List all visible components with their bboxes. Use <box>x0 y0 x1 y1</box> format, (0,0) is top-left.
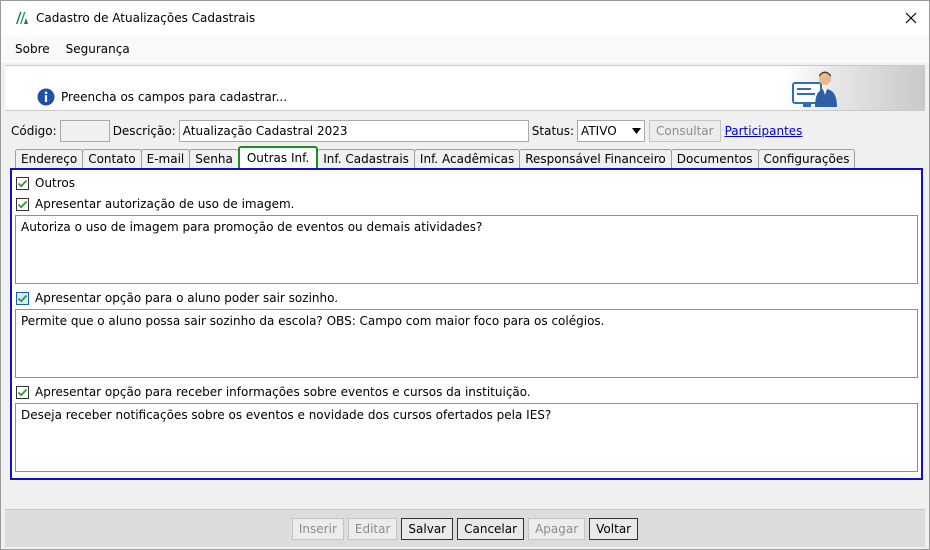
voltar-button[interactable]: Voltar <box>589 517 639 540</box>
close-button[interactable] <box>899 6 923 30</box>
fields-row: Código: Descrição: Atualização Cadastral… <box>11 119 921 143</box>
header-panel: Preencha os campos para cadastrar... <box>5 65 925 111</box>
title-bar: Cadastro de Atualizações Cadastrais <box>1 1 929 35</box>
imagem-option[interactable]: Apresentar autorização de uso de imagem. <box>16 196 294 212</box>
checkmark-icon <box>17 388 28 396</box>
header-banner <box>785 66 925 110</box>
imagem-checkbox[interactable] <box>16 197 29 211</box>
tab-email[interactable]: E-mail <box>140 149 191 168</box>
sozinho-option[interactable]: Apresentar opção para o aluno poder sair… <box>16 290 338 306</box>
app-logo-icon <box>16 12 28 24</box>
imagem-label: Apresentar autorização de uso de imagem. <box>35 197 295 211</box>
tab-configuracoes[interactable]: Configurações <box>757 149 856 168</box>
eventos-option[interactable]: Apresentar opção para receber informaçõe… <box>16 384 531 400</box>
outros-option[interactable]: Outros <box>16 175 75 191</box>
tab-senha[interactable]: Senha <box>189 149 239 168</box>
tab-documentos[interactable]: Documentos <box>670 149 759 168</box>
codigo-field[interactable] <box>59 120 110 142</box>
user-computer-icon <box>792 71 837 107</box>
close-icon <box>905 12 917 24</box>
checkmark-icon <box>17 294 28 302</box>
descricao-field[interactable]: Atualização Cadastral 2023 <box>178 120 529 142</box>
checkmark-icon <box>17 179 28 187</box>
tab-content-panel: Outros Apresentar autorização de uso de … <box>10 168 923 480</box>
tab-inf-academicas[interactable]: Inf. Acadêmicas <box>413 149 521 168</box>
checkmark-icon <box>17 200 28 208</box>
tab-responsavel-financeiro[interactable]: Responsável Financeiro <box>519 149 672 168</box>
dropdown-arrow-icon <box>632 128 642 134</box>
outros-checkbox[interactable] <box>16 176 29 190</box>
status-label: Status: <box>531 124 575 138</box>
hint-area: Preencha os campos para cadastrar... <box>37 88 287 106</box>
eventos-checkbox[interactable] <box>16 385 29 399</box>
eventos-text-area[interactable]: Deseja receber notificações sobre os eve… <box>15 403 918 472</box>
status-select[interactable]: ATIVO <box>577 120 646 142</box>
outros-label: Outros <box>35 176 76 190</box>
sozinho-checkbox[interactable] <box>16 291 29 305</box>
editar-button[interactable]: Editar <box>347 517 398 540</box>
cancelar-button[interactable]: Cancelar <box>457 517 525 540</box>
apagar-button[interactable]: Apagar <box>528 517 586 540</box>
window-title: Cadastro de Atualizações Cadastrais <box>36 11 256 25</box>
inserir-button[interactable]: Inserir <box>291 517 344 540</box>
eventos-label: Apresentar opção para receber informaçõe… <box>35 385 531 399</box>
hint-text: Preencha os campos para cadastrar... <box>61 90 288 104</box>
imagem-text-area[interactable]: Autoriza o uso de imagem para promoção d… <box>15 215 918 284</box>
codigo-label: Código: <box>11 124 57 138</box>
consultar-button[interactable]: Consultar <box>649 120 721 142</box>
salvar-button[interactable]: Salvar <box>401 517 454 540</box>
main-window: Cadastro de Atualizações Cadastrais Sobr… <box>0 0 930 550</box>
participantes-link[interactable]: Participantes <box>725 124 803 138</box>
menu-seguranca[interactable]: Segurança <box>66 42 130 56</box>
tab-endereco[interactable]: Endereço <box>15 149 84 168</box>
tab-strip: Endereço Contato E-mail Senha Outras Inf… <box>15 146 856 168</box>
tab-inf-cadastrais[interactable]: Inf. Cadastrais <box>317 149 415 168</box>
footer-toolbar: Inserir Editar Salvar Cancelar Apagar Vo… <box>5 509 925 547</box>
descricao-label: Descrição: <box>112 124 176 138</box>
sozinho-label: Apresentar opção para o aluno poder sair… <box>35 291 339 305</box>
tab-outras-inf[interactable]: Outras Inf. <box>237 146 319 168</box>
tab-contato[interactable]: Contato <box>82 149 142 168</box>
status-value: ATIVO <box>581 124 617 138</box>
menu-sobre[interactable]: Sobre <box>15 42 50 56</box>
sozinho-text-area[interactable]: Permite que o aluno possa sair sozinho d… <box>15 309 918 378</box>
menu-bar: Sobre Segurança <box>1 35 929 63</box>
info-icon <box>37 88 55 106</box>
